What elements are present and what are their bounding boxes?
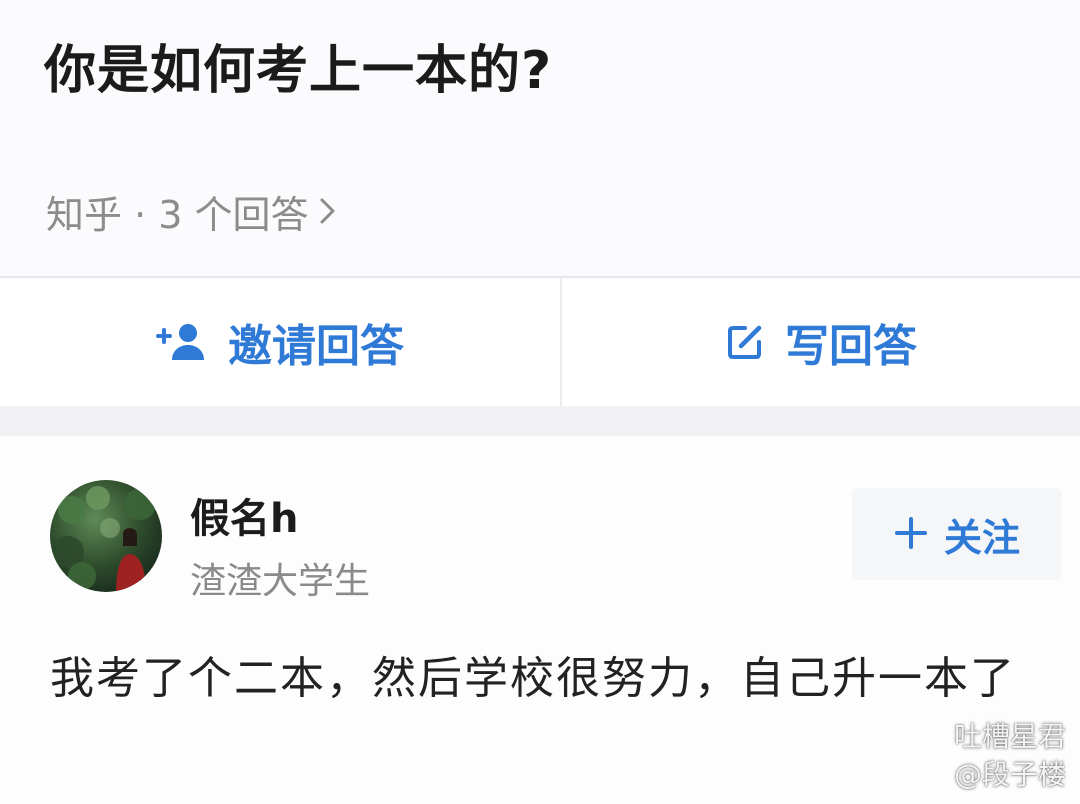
avatar[interactable]: [50, 480, 162, 592]
watermark-line-1: 吐槽星君: [953, 720, 1066, 753]
answer-text[interactable]: 我考了个二本，然后学校很努力，自己升一本了: [50, 646, 1050, 712]
wechat-icon: [911, 723, 946, 751]
follow-button[interactable]: 关注: [852, 488, 1062, 580]
action-divider: [560, 278, 562, 406]
author-name[interactable]: 假名h: [190, 486, 298, 544]
follow-label: 关注: [943, 515, 1020, 560]
weibo-icon: [915, 762, 946, 788]
watermark-line-2: @段子楼: [953, 758, 1066, 791]
write-answer-label: 写回答: [785, 321, 917, 372]
question-title[interactable]: 你是如何考上一本的?: [44, 28, 552, 103]
invite-answer-label: 邀请回答: [228, 321, 404, 372]
question-header: 你是如何考上一本的? 知乎 · 3 个回答: [0, 0, 1080, 276]
question-meta[interactable]: 知乎 · 3 个回答: [46, 184, 337, 239]
write-answer-button[interactable]: 写回答: [562, 278, 1080, 406]
watermark-row-2: @段子楼: [912, 756, 1066, 794]
plus-icon: [894, 511, 928, 557]
section-gap: [0, 406, 1080, 436]
question-meta-text: 知乎 · 3 个回答: [46, 193, 309, 237]
action-bar: 邀请回答 写回答: [0, 278, 1080, 406]
add-user-icon: [156, 322, 208, 362]
watermark: 吐槽星君 @段子楼: [911, 718, 1066, 794]
watermark-row-1: 吐槽星君: [911, 718, 1066, 756]
chevron-right-icon: [319, 197, 337, 233]
edit-icon: [725, 322, 765, 362]
author-bio: 渣渣大学生: [190, 561, 371, 602]
invite-answer-button[interactable]: 邀请回答: [0, 278, 560, 406]
